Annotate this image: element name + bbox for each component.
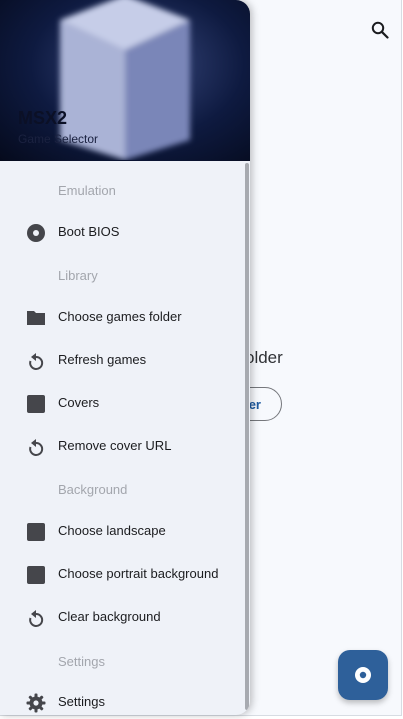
- menu-item-label: Choose portrait background: [58, 566, 219, 581]
- drawer-scrollbar[interactable]: [245, 163, 249, 710]
- drawer-header-subtitle: Game Selector: [18, 132, 99, 146]
- disc-icon: [26, 223, 46, 243]
- menu-item-choose-landscape[interactable]: Choose landscape: [0, 514, 246, 550]
- menu-item-settings[interactable]: Settings: [0, 685, 246, 715]
- menu-item-label: Choose games folder: [58, 309, 182, 324]
- menu-item-label: Refresh games: [58, 352, 147, 367]
- refresh-icon: [26, 437, 46, 457]
- menu-item-label: Choose landscape: [58, 523, 166, 538]
- search-button[interactable]: [368, 18, 392, 42]
- drawer-header-title: MSX2: [18, 108, 68, 128]
- section-label-library: Library: [58, 268, 98, 283]
- choose-folder-button-label: er: [248, 396, 261, 412]
- menu-item-label: Clear background: [58, 609, 161, 624]
- section-label-background: Background: [58, 482, 128, 497]
- menu-item-label: Covers: [58, 395, 100, 410]
- image-icon: [26, 394, 46, 414]
- refresh-icon: [26, 608, 46, 628]
- menu-item-label: Remove cover URL: [58, 438, 172, 453]
- gear-icon: [26, 693, 46, 713]
- menu-item-label: Settings: [58, 694, 105, 709]
- folder-icon: [26, 308, 46, 328]
- navigation-drawer: MSX2 Game Selector Emulation Boot BIOS L…: [0, 0, 250, 715]
- search-icon: [371, 21, 389, 39]
- empty-state-text: older: [245, 348, 283, 367]
- disc-icon: [355, 667, 371, 683]
- menu-item-clear-background[interactable]: Clear background: [0, 600, 246, 636]
- image-icon: [26, 522, 46, 542]
- image-icon: [26, 565, 46, 585]
- menu-item-boot-bios[interactable]: Boot BIOS: [0, 215, 246, 251]
- boot-fab-button[interactable]: [338, 650, 388, 700]
- menu-item-choose-games-folder[interactable]: Choose games folder: [0, 300, 246, 336]
- refresh-icon: [26, 351, 46, 371]
- menu-item-refresh-games[interactable]: Refresh games: [0, 343, 246, 379]
- menu-item-label: Boot BIOS: [58, 224, 120, 239]
- drawer-header: MSX2 Game Selector: [0, 0, 250, 161]
- section-label-settings: Settings: [58, 654, 105, 669]
- section-label-emulation: Emulation: [58, 183, 116, 198]
- menu-item-covers[interactable]: Covers: [0, 386, 246, 422]
- menu-item-remove-cover-url[interactable]: Remove cover URL: [0, 429, 246, 465]
- menu-item-choose-portrait-background[interactable]: Choose portrait background: [0, 557, 246, 593]
